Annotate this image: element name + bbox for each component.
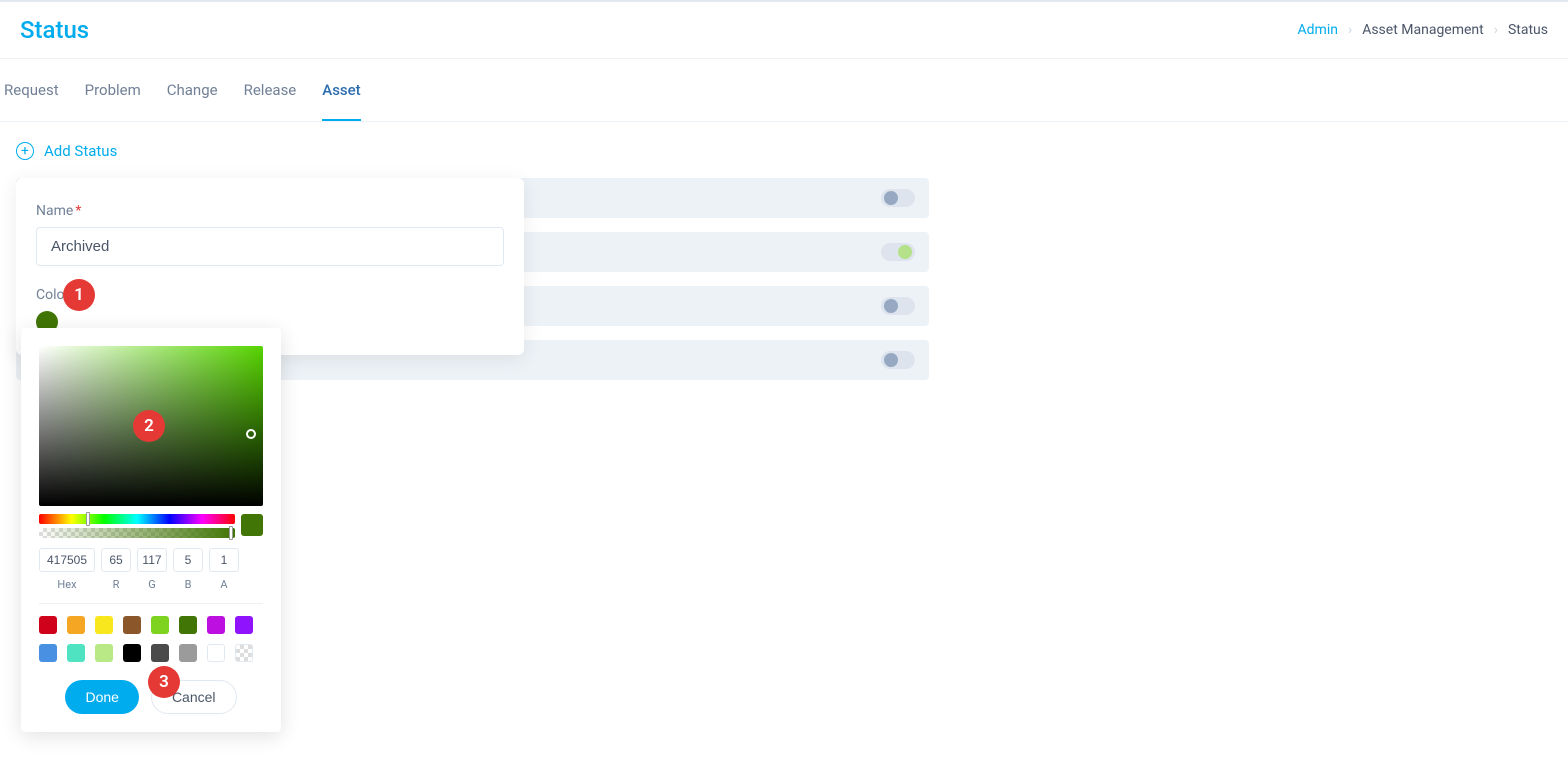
tabs: Request Problem Change Release Asset — [0, 59, 1568, 122]
hex-input[interactable] — [39, 548, 95, 572]
hex-label: Hex — [39, 578, 95, 591]
callout-1: 1 — [63, 279, 95, 311]
preset-magenta[interactable] — [207, 616, 225, 634]
b-input[interactable] — [173, 548, 203, 572]
a-input[interactable] — [209, 548, 239, 572]
a-label: A — [209, 578, 239, 591]
color-picker: Hex R G B A Done Cancel — [21, 328, 281, 732]
g-label: G — [137, 578, 167, 591]
preset-blue[interactable] — [39, 644, 57, 662]
alpha-pointer[interactable] — [229, 526, 233, 540]
tab-problem[interactable]: Problem — [85, 59, 141, 121]
current-color-swatch — [241, 514, 263, 536]
add-status-button[interactable]: + Add Status — [16, 142, 117, 160]
tab-change[interactable]: Change — [167, 59, 218, 121]
preset-brown[interactable] — [123, 616, 141, 634]
r-label: R — [101, 578, 131, 591]
done-button[interactable]: Done — [65, 680, 138, 714]
breadcrumb-asset-management[interactable]: Asset Management — [1362, 22, 1484, 38]
name-input[interactable] — [36, 227, 504, 266]
chevron-right-icon: › — [1494, 22, 1498, 38]
callout-2: 2 — [133, 410, 165, 442]
preset-black[interactable] — [123, 644, 141, 662]
preset-lightgreen[interactable] — [95, 644, 113, 662]
saturation-cursor[interactable] — [246, 429, 256, 439]
preset-teal[interactable] — [67, 644, 85, 662]
tab-request[interactable]: Request — [4, 59, 59, 121]
preset-lime[interactable] — [151, 616, 169, 634]
toggle[interactable] — [881, 297, 915, 315]
preset-swatches — [39, 616, 263, 662]
toggle[interactable] — [881, 351, 915, 369]
preset-white[interactable] — [207, 644, 225, 662]
chevron-right-icon: › — [1348, 22, 1352, 38]
preset-green[interactable] — [179, 616, 197, 634]
plus-circle-icon: + — [16, 142, 34, 160]
breadcrumb-admin[interactable]: Admin — [1298, 22, 1338, 38]
hue-slider[interactable] — [39, 514, 235, 524]
page-header: Status Admin › Asset Management › Status — [0, 2, 1568, 59]
preset-darkgray[interactable] — [151, 644, 169, 662]
hue-pointer[interactable] — [86, 512, 90, 526]
preset-red[interactable] — [39, 616, 57, 634]
preset-gray[interactable] — [179, 644, 197, 662]
preset-transparent[interactable] — [235, 644, 253, 662]
tab-release[interactable]: Release — [244, 59, 297, 121]
alpha-slider[interactable] — [39, 528, 235, 538]
toggle[interactable] — [881, 243, 915, 261]
breadcrumb: Admin › Asset Management › Status — [1298, 22, 1548, 38]
tab-asset[interactable]: Asset — [322, 59, 360, 121]
divider — [39, 603, 263, 604]
g-input[interactable] — [137, 548, 167, 572]
b-label: B — [173, 578, 203, 591]
preset-yellow[interactable] — [95, 616, 113, 634]
page-title: Status — [20, 16, 89, 44]
toggle[interactable] — [881, 189, 915, 207]
name-label: Name* — [36, 203, 81, 219]
r-input[interactable] — [101, 548, 131, 572]
preset-purple[interactable] — [235, 616, 253, 634]
add-status-label: Add Status — [44, 142, 117, 160]
preset-orange[interactable] — [67, 616, 85, 634]
callout-3: 3 — [148, 666, 180, 698]
breadcrumb-status: Status — [1508, 22, 1548, 38]
